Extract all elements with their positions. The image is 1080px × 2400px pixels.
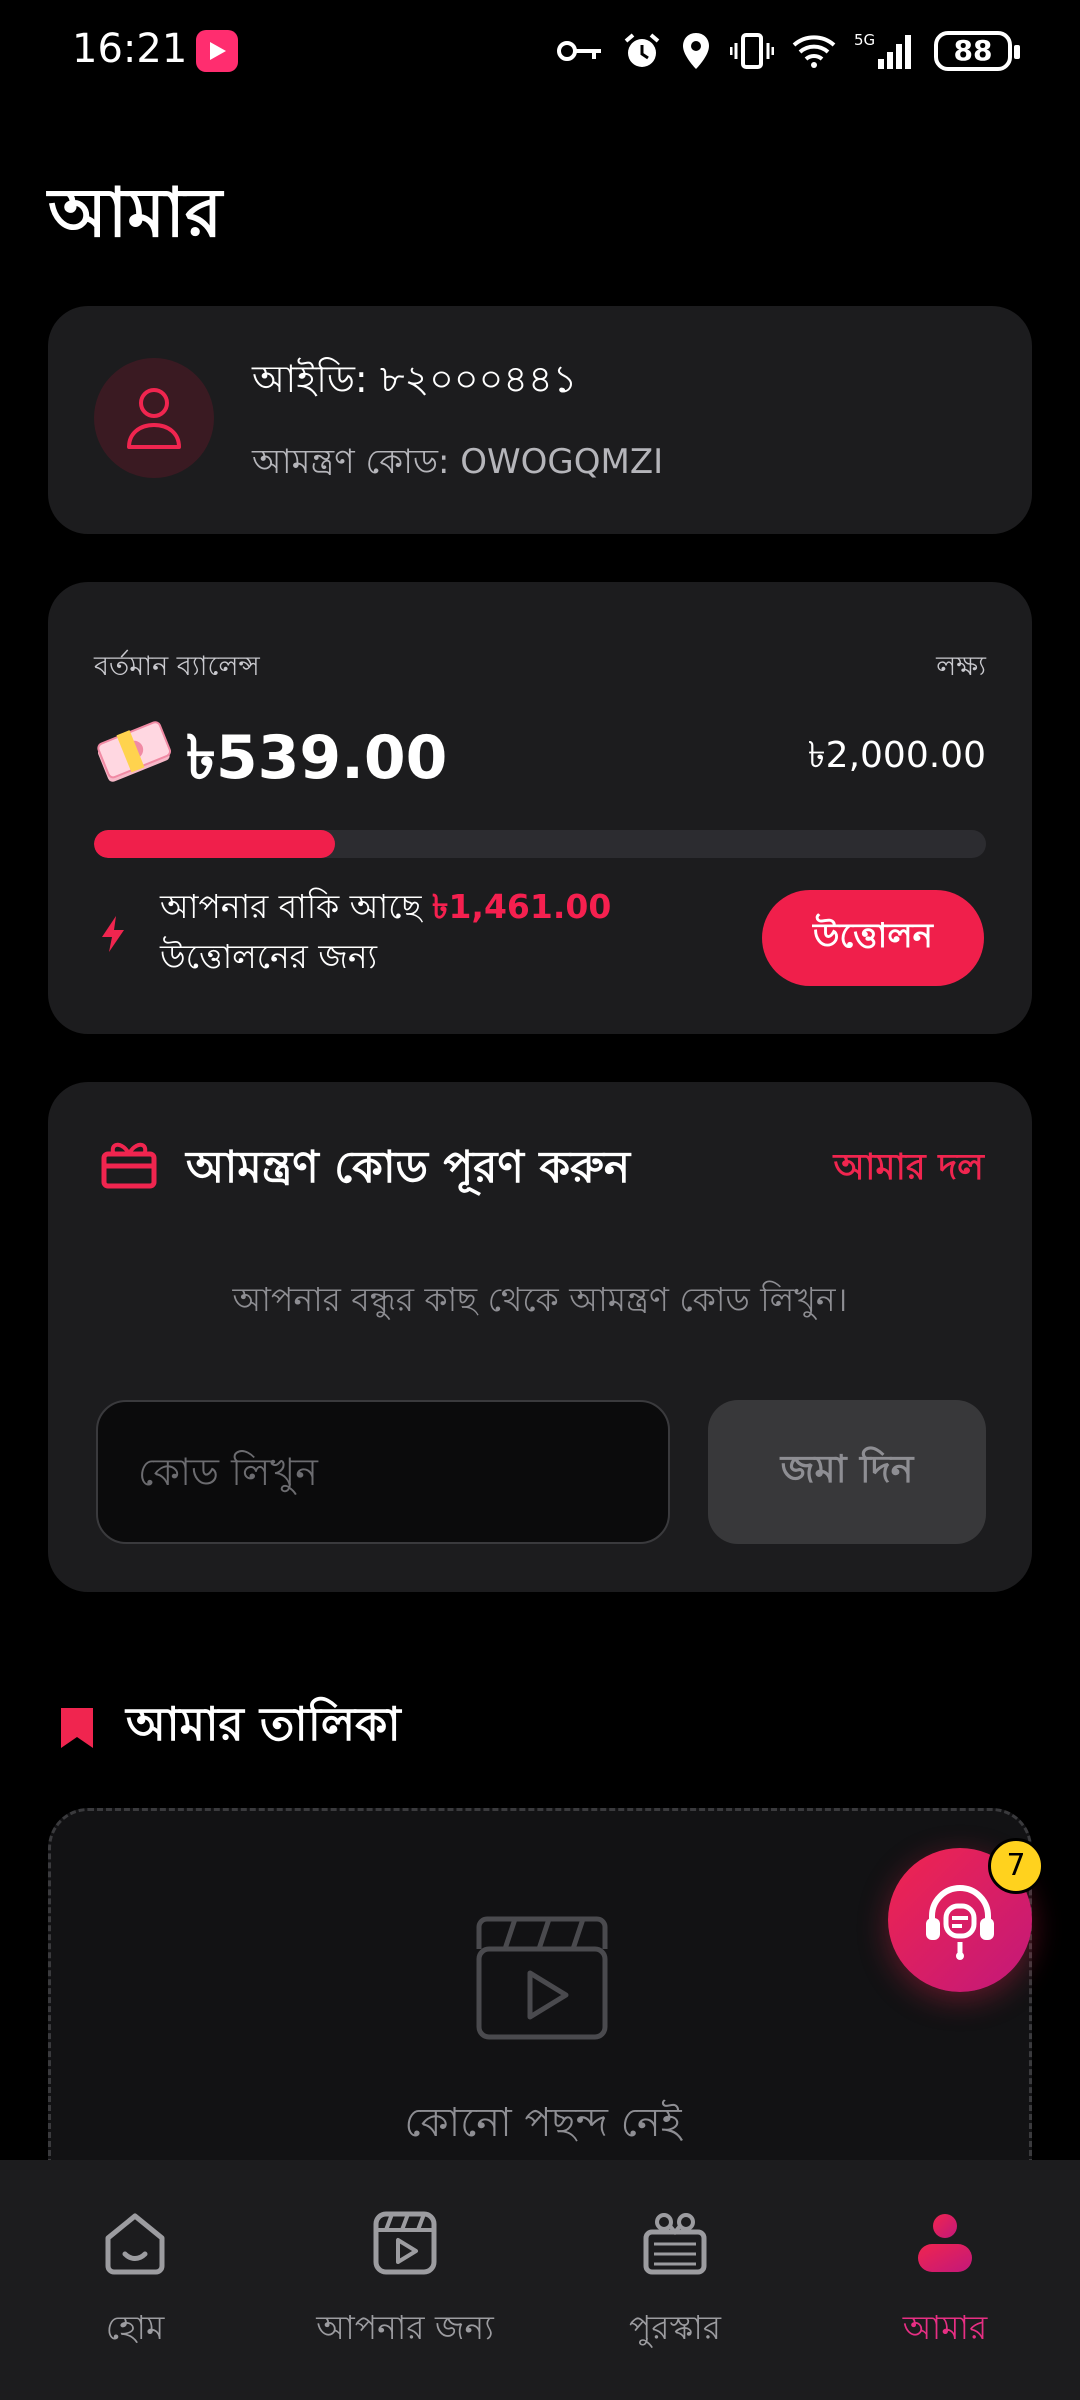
app-notification-icon — [196, 30, 238, 72]
nav-item-me[interactable]: আমার — [810, 2160, 1080, 2400]
nav-item-for-you[interactable]: আপনার জন্য — [270, 2160, 540, 2400]
invite-code-card: আমন্ত্রণ কোড পূরণ করুন আমার দল আপনার বন্… — [48, 1082, 1032, 1592]
clapperboard-icon — [373, 2211, 437, 2275]
invite-title: আমন্ত্রণ কোড পূরণ করুন — [186, 1142, 631, 1193]
profile-card: আইডি: ৮২০০০৪৪১ আমন্ত্রণ কোড: OWOGQMZI — [48, 306, 1032, 534]
clapperboard-icon — [476, 1916, 608, 2040]
remaining-prefix: আপনার বাকি আছে — [160, 887, 422, 926]
user-id: আইডি: ৮২০০০৪৪১ — [252, 357, 578, 401]
nav-label-for-you: আপনার জন্য — [316, 2308, 494, 2347]
nav-label-home: হোম — [105, 2308, 165, 2347]
empty-list-text: কোনো পছন্দ নেই — [404, 2100, 682, 2146]
nav-item-rewards[interactable]: পুরস্কার — [540, 2160, 810, 2400]
location-icon — [683, 33, 709, 69]
support-badge: 7 — [988, 1838, 1044, 1894]
progress-fill — [94, 830, 335, 858]
money-icon — [97, 721, 172, 782]
bookmark-icon — [61, 1708, 93, 1748]
status-bar: 16:21 5G 88 — [0, 0, 1080, 100]
network-type: 5G — [854, 31, 875, 49]
withdraw-button[interactable]: উত্তোলন — [762, 890, 984, 986]
balance-amount: ৳539.00 — [186, 723, 448, 793]
vibrate-icon — [730, 33, 774, 69]
lightning-icon — [102, 916, 124, 952]
bottom-navigation: হোম আপনার জন্য পুরস্কার আমার — [0, 2160, 1080, 2400]
my-team-link[interactable]: আমার দল — [834, 1140, 985, 1200]
balance-progress-bar — [94, 830, 986, 858]
headset-icon — [926, 1885, 994, 1960]
invite-code-input[interactable] — [96, 1400, 670, 1544]
profile-icon — [918, 2214, 972, 2272]
target-label: লক্ষ্য — [936, 651, 986, 682]
my-list-header: আমার তালিকা — [58, 1690, 401, 1766]
page-title: আমার — [48, 174, 223, 253]
target-amount: ৳2,000.00 — [807, 735, 986, 776]
remaining-amount: ৳1,461.00 — [432, 887, 612, 926]
wifi-icon — [792, 35, 836, 68]
invite-hint: আপনার বন্ধুর কাছ থেকে আমন্ত্রণ কোড লিখুন… — [232, 1280, 848, 1319]
status-time: 16:21 — [72, 26, 188, 72]
balance-card: বর্তমান ব্যালেন্স লক্ষ্য ৳539.00 ৳2,000.… — [48, 582, 1032, 1034]
nav-label-rewards: পুরস্কার — [628, 2308, 722, 2347]
remaining-info: আপনার বাকি আছে ৳1,461.00 উত্তোলনের জন্য — [160, 882, 720, 982]
balance-label: বর্তমান ব্যালেন্স — [94, 651, 260, 682]
submit-button[interactable]: জমা দিন — [708, 1400, 986, 1544]
nav-label-me: আমার — [902, 2308, 988, 2347]
remaining-suffix: উত্তোলনের জন্য — [160, 937, 378, 976]
reward-icon — [643, 2213, 707, 2275]
user-invite-code: আমন্ত্রণ কোড: OWOGQMZI — [252, 442, 664, 482]
home-icon — [105, 2213, 165, 2275]
user-icon — [127, 388, 181, 449]
avatar[interactable] — [94, 358, 214, 478]
status-icons: 5G 88 — [556, 28, 1020, 74]
my-list-title: আমার তালিকা — [126, 1697, 401, 1751]
gift-icon — [101, 1142, 157, 1189]
key-icon — [557, 41, 601, 61]
alarm-icon — [624, 33, 660, 67]
battery-indicator: 88 — [934, 31, 1020, 71]
signal-icon: 5G — [854, 31, 911, 69]
nav-item-home[interactable]: হোম — [0, 2160, 270, 2400]
